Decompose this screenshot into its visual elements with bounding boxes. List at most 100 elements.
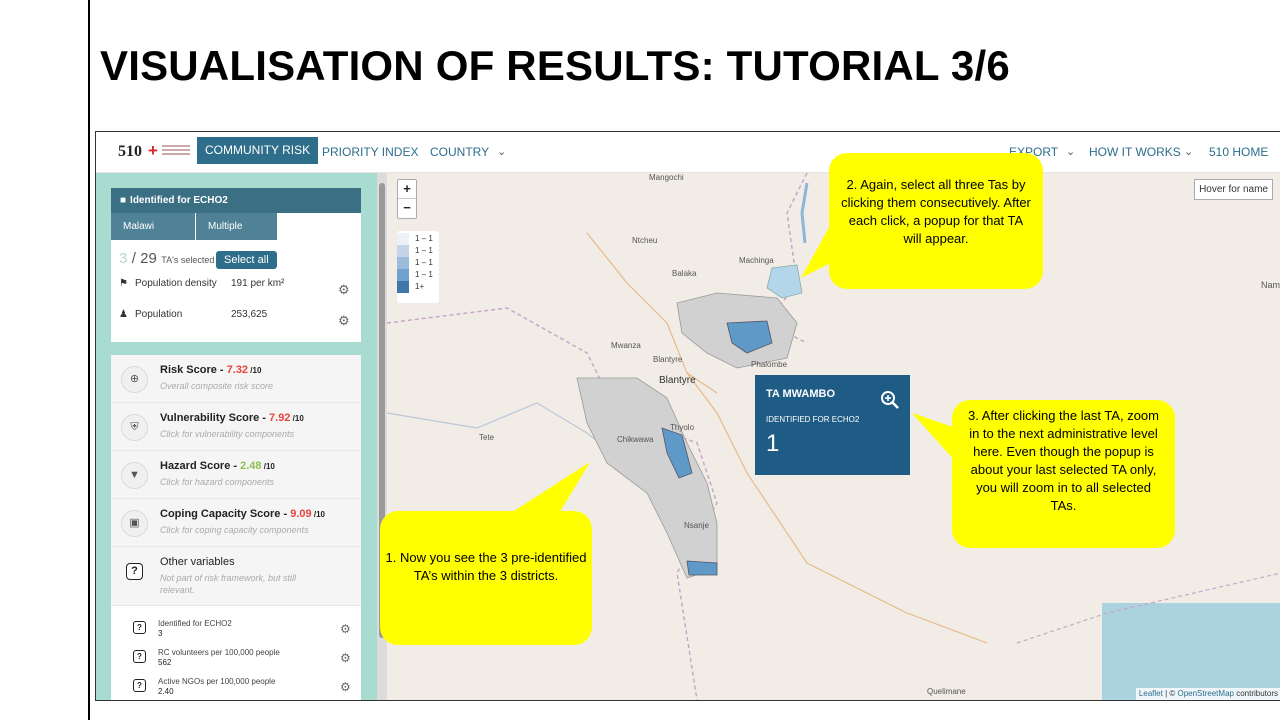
nav-priority-index[interactable]: PRIORITY INDEX bbox=[322, 132, 418, 172]
selected-label: TA's selected bbox=[161, 255, 215, 265]
popup-title: TA MWAMBO bbox=[766, 388, 836, 400]
legend-item: 1 – 1 bbox=[397, 269, 439, 281]
variable-value: 2.40 bbox=[158, 687, 174, 696]
gear-icon[interactable]: ⚙ bbox=[340, 680, 351, 694]
leaflet-link[interactable]: Leaflet bbox=[1139, 689, 1163, 698]
vulnerability-score-value: 7.92 bbox=[269, 412, 291, 424]
tornado-icon: ▼ bbox=[121, 462, 148, 489]
osm-link[interactable]: OpenStreetMap bbox=[1177, 689, 1233, 698]
nav-510-home[interactable]: 510 HOME bbox=[1209, 132, 1268, 172]
ta-popup: TA MWAMBO IDENTIFIED FOR ECHO2 1 bbox=[755, 375, 910, 475]
stat-population: ♟ Population 253,625 bbox=[119, 306, 267, 324]
place-label: Nam bbox=[1261, 280, 1280, 290]
people-icon: ♟ bbox=[119, 309, 128, 320]
popup-subtitle: IDENTIFIED FOR ECHO2 bbox=[766, 415, 860, 424]
component-subtitle: Overall composite risk score bbox=[160, 381, 274, 391]
zoom-out-button[interactable]: − bbox=[398, 199, 416, 217]
selected-ta-shape[interactable] bbox=[686, 560, 718, 576]
country-chevron-down-icon[interactable]: ⌄ bbox=[497, 132, 506, 172]
brand-logo[interactable]: 510 bbox=[118, 143, 142, 161]
stat-value: 191 per km² bbox=[231, 278, 285, 289]
slide-title: VISUALISATION OF RESULTS: TUTORIAL 3/6 bbox=[100, 42, 1010, 89]
popup-value: 1 bbox=[766, 430, 780, 457]
sidebar: ■ Identified for ECHO2 Malawi Multiple Di… bbox=[96, 173, 377, 700]
stat-value: 253,625 bbox=[231, 309, 268, 320]
export-chevron-down-icon[interactable]: ⌄ bbox=[1066, 132, 1075, 172]
map-attribution: Leaflet | © OpenStreetMap contributors bbox=[1135, 688, 1280, 700]
component-title: Coping Capacity Score - 9.09 /10 bbox=[160, 508, 325, 520]
selected-count-number: 3 bbox=[119, 250, 128, 267]
legend-swatch bbox=[397, 269, 409, 281]
selected-total: / 29 bbox=[131, 250, 157, 267]
zoom-in-button[interactable]: + bbox=[398, 180, 416, 199]
legend-item: 1 – 1 bbox=[397, 233, 439, 245]
lake-edge bbox=[800, 182, 809, 244]
gear-icon[interactable]: ⚙ bbox=[340, 651, 351, 665]
other-variables-item[interactable]: ? Other variables Not part of risk frame… bbox=[111, 547, 361, 606]
tab-malawi[interactable]: Malawi bbox=[111, 213, 195, 240]
stat-label: Population bbox=[135, 309, 183, 320]
variable-value: 3 bbox=[158, 629, 163, 638]
stat-population-density: ⚑ Population density 191 per km² bbox=[119, 275, 284, 293]
shield-icon: ⛨ bbox=[121, 414, 148, 441]
selection-summary-card: ■Identified for ECHO2 Malawi Multiple Di… bbox=[111, 188, 361, 342]
coping-capacity-score-value: 9.09 bbox=[290, 508, 312, 520]
zoom-control: + − bbox=[397, 179, 417, 219]
select-all-button[interactable]: Select all bbox=[216, 251, 277, 269]
admin-level-tabs: Malawi Multiple Districts bbox=[111, 213, 361, 259]
place-label: Ntcheu bbox=[632, 236, 658, 245]
variable-row: ? Identified for ECHO2 3 ⚙ bbox=[111, 617, 361, 646]
coping-capacity-score-item[interactable]: ▣ Coping Capacity Score - 9.09 /10 Click… bbox=[111, 499, 361, 547]
callout-step-3: 3. After clicking the last TA, zoom in t… bbox=[952, 400, 1175, 548]
place-label: Thyolo bbox=[670, 423, 695, 432]
place-label: Blantyre bbox=[653, 355, 683, 364]
nav-country[interactable]: COUNTRY bbox=[430, 132, 489, 172]
district-shape[interactable] bbox=[576, 377, 718, 579]
place-label: Phalombe bbox=[751, 360, 788, 369]
risk-score-item[interactable]: ⊕ Risk Score - 7.32 /10 Overall composit… bbox=[111, 355, 361, 403]
legend-item: 1 – 1 bbox=[397, 257, 439, 269]
nav-community-risk[interactable]: COMMUNITY RISK bbox=[197, 137, 319, 164]
population-density-icon: ⚑ bbox=[119, 278, 128, 289]
stat-label: Population density bbox=[135, 278, 217, 289]
top-navigation: 510 + COMMUNITY RISK PRIORITY INDEX COUN… bbox=[96, 132, 1280, 173]
component-title: Other variables bbox=[160, 556, 235, 568]
variable-row: ? Active NGOs per 100,000 people 2.40 ⚙ bbox=[111, 675, 361, 700]
how-it-works-chevron-down-icon[interactable]: ⌄ bbox=[1184, 132, 1193, 172]
region-shape[interactable] bbox=[766, 264, 803, 299]
variable-name: Identified for ECHO2 bbox=[158, 619, 232, 628]
car-icon: ■ bbox=[120, 195, 127, 206]
red-cross-icon: + bbox=[148, 141, 158, 160]
nav-how-it-works[interactable]: HOW IT WORKS bbox=[1089, 132, 1181, 172]
zoom-in-magnifier-icon[interactable] bbox=[880, 390, 900, 410]
vulnerability-score-item[interactable]: ⛨ Vulnerability Score - 7.92 /10 Click f… bbox=[111, 403, 361, 451]
place-label: Balaka bbox=[672, 269, 697, 278]
variable-value: 562 bbox=[158, 658, 172, 667]
component-title: Risk Score - 7.32 /10 bbox=[160, 364, 262, 376]
gear-icon[interactable]: ⚙ bbox=[340, 622, 351, 636]
component-subtitle: Click for vulnerability components bbox=[160, 429, 295, 439]
hazard-score-item[interactable]: ▼ Hazard Score - 2.48 /10 Click for haza… bbox=[111, 451, 361, 499]
place-label: Mangochi bbox=[649, 173, 684, 182]
question-icon[interactable]: ? bbox=[133, 621, 146, 634]
gear-icon[interactable]: ⚙ bbox=[338, 282, 350, 298]
component-subtitle: Not part of risk framework, but still re… bbox=[160, 573, 297, 595]
variable-name: RC volunteers per 100,000 people bbox=[158, 648, 280, 657]
place-label: Nsanje bbox=[684, 521, 709, 530]
tab-multiple-districts[interactable]: Multiple Districts bbox=[195, 213, 277, 259]
crosshair-icon: ⊕ bbox=[121, 366, 148, 393]
gear-icon[interactable]: ⚙ bbox=[338, 313, 350, 329]
legend-swatch bbox=[397, 281, 409, 293]
question-icon[interactable]: ? bbox=[133, 679, 146, 692]
slide-divider-line bbox=[88, 0, 90, 720]
place-label: Mwanza bbox=[611, 341, 641, 350]
question-icon[interactable]: ? bbox=[133, 650, 146, 663]
map-legend: 1 – 1 1 – 1 1 – 1 1 – 1 1+ bbox=[397, 231, 439, 303]
variable-name: Active NGOs per 100,000 people bbox=[158, 677, 276, 686]
legend-item: 1 – 1 bbox=[397, 245, 439, 257]
variable-row: ? RC volunteers per 100,000 people 562 ⚙ bbox=[111, 646, 361, 675]
ocean-area bbox=[1102, 603, 1280, 700]
hazard-score-value: 2.48 bbox=[240, 460, 262, 472]
component-title: Vulnerability Score - 7.92 /10 bbox=[160, 412, 304, 424]
buildings-icon: ▣ bbox=[121, 510, 148, 537]
